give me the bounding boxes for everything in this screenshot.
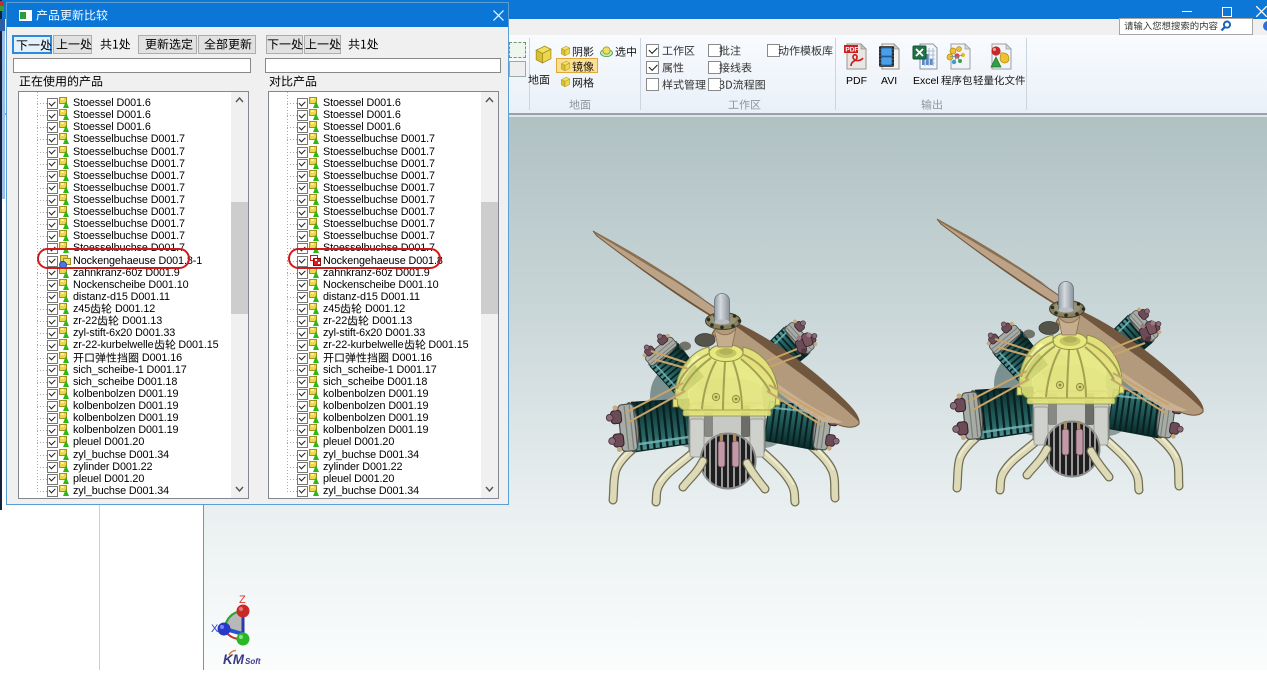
svg-text:PDF: PDF bbox=[845, 47, 858, 54]
svg-text:KM: KM bbox=[223, 652, 245, 667]
svg-text:Soft: Soft bbox=[245, 657, 261, 666]
svg-text:Z: Z bbox=[239, 594, 246, 606]
svg-text:X: X bbox=[211, 623, 219, 635]
